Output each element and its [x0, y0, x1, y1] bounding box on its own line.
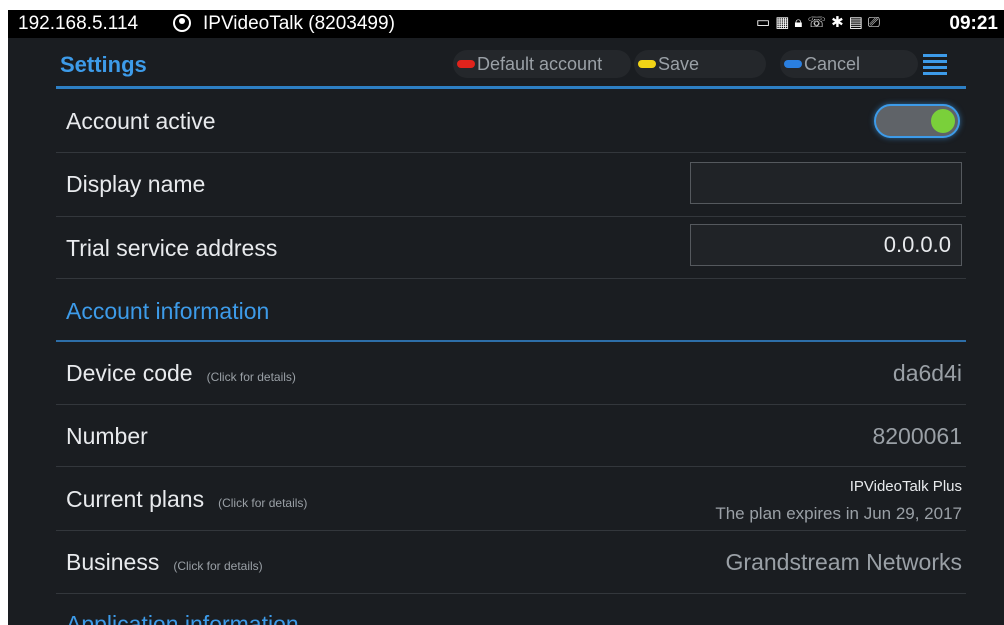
blue-key-icon — [784, 60, 802, 68]
device-code-value: da6d4i — [892, 360, 962, 386]
screen-left-margin — [0, 0, 8, 625]
account-active-row[interactable]: Account active — [56, 90, 966, 153]
display-name-label: Display name — [66, 171, 206, 197]
red-key-icon — [457, 60, 475, 68]
business-value: Grandstream Networks — [725, 549, 962, 575]
sim-icon: ▦ — [775, 14, 795, 31]
status-icons: ▭▦🔒︎☏✱▤⎚ — [756, 13, 885, 31]
yellow-key-icon — [638, 60, 656, 68]
trial-service-label: Trial service address — [66, 235, 278, 261]
current-plans-label: Current plans (Click for details) — [66, 486, 308, 512]
storage-icon: ▤ — [848, 14, 868, 31]
number-value: 8200061 — [872, 423, 962, 449]
device-code-label: Device code (Click for details) — [66, 360, 296, 386]
business-hint: (Click for details) — [173, 559, 263, 573]
status-account: IPVideoTalk (8203499) — [203, 13, 395, 34]
device-code-row[interactable]: Device code (Click for details) da6d4i — [56, 342, 966, 405]
cancel-button[interactable]: Cancel — [780, 50, 918, 78]
clock: 09:21 — [949, 13, 998, 34]
plan-expiry: The plan expires in Jun 29, 2017 — [715, 504, 962, 523]
trial-service-field[interactable]: 0.0.0.0 — [690, 224, 962, 266]
display-name-field[interactable] — [690, 162, 962, 204]
account-active-label: Account active — [66, 108, 216, 134]
default-account-button[interactable]: Default account — [453, 50, 631, 78]
settings-header: Settings Default account Save Cancel — [48, 38, 953, 88]
page-title: Settings — [60, 52, 147, 77]
account-active-toggle[interactable] — [874, 104, 960, 138]
save-button[interactable]: Save — [634, 50, 766, 78]
account-info-heading: Account information — [66, 298, 270, 324]
number-row: Number 8200061 — [56, 405, 966, 467]
business-label: Business (Click for details) — [66, 549, 263, 575]
business-row[interactable]: Business (Click for details) Grandstream … — [56, 531, 966, 594]
number-label: Number — [66, 423, 148, 449]
account-icon — [173, 14, 191, 32]
cast-icon: ⎚ — [867, 14, 885, 31]
header-divider — [56, 86, 966, 89]
trial-service-row: Trial service address 0.0.0.0 — [56, 217, 966, 279]
screen-icon: ▭ — [756, 14, 776, 31]
status-bar: 192.168.5.114 IPVideoTalk (8203499) ▭▦🔒︎… — [8, 10, 1004, 38]
display-name-row: Display name — [56, 153, 966, 217]
application-info-heading: Application information — [66, 611, 299, 625]
plan-name: IPVideoTalk Plus — [849, 478, 962, 495]
menu-icon[interactable] — [923, 54, 947, 75]
bluetooth-icon: ✱ — [831, 14, 849, 31]
toggle-knob — [931, 109, 955, 133]
device-screen: 192.168.5.114 IPVideoTalk (8203499) ▭▦🔒︎… — [8, 10, 1004, 625]
call-icon: ☏ — [807, 14, 832, 31]
current-plans-hint: (Click for details) — [218, 496, 308, 510]
device-code-hint: (Click for details) — [206, 370, 296, 384]
current-plans-row[interactable]: Current plans (Click for details) IPVideo… — [56, 467, 966, 531]
ip-address: 192.168.5.114 — [18, 13, 139, 34]
lock-icon: 🔒︎ — [794, 14, 808, 31]
